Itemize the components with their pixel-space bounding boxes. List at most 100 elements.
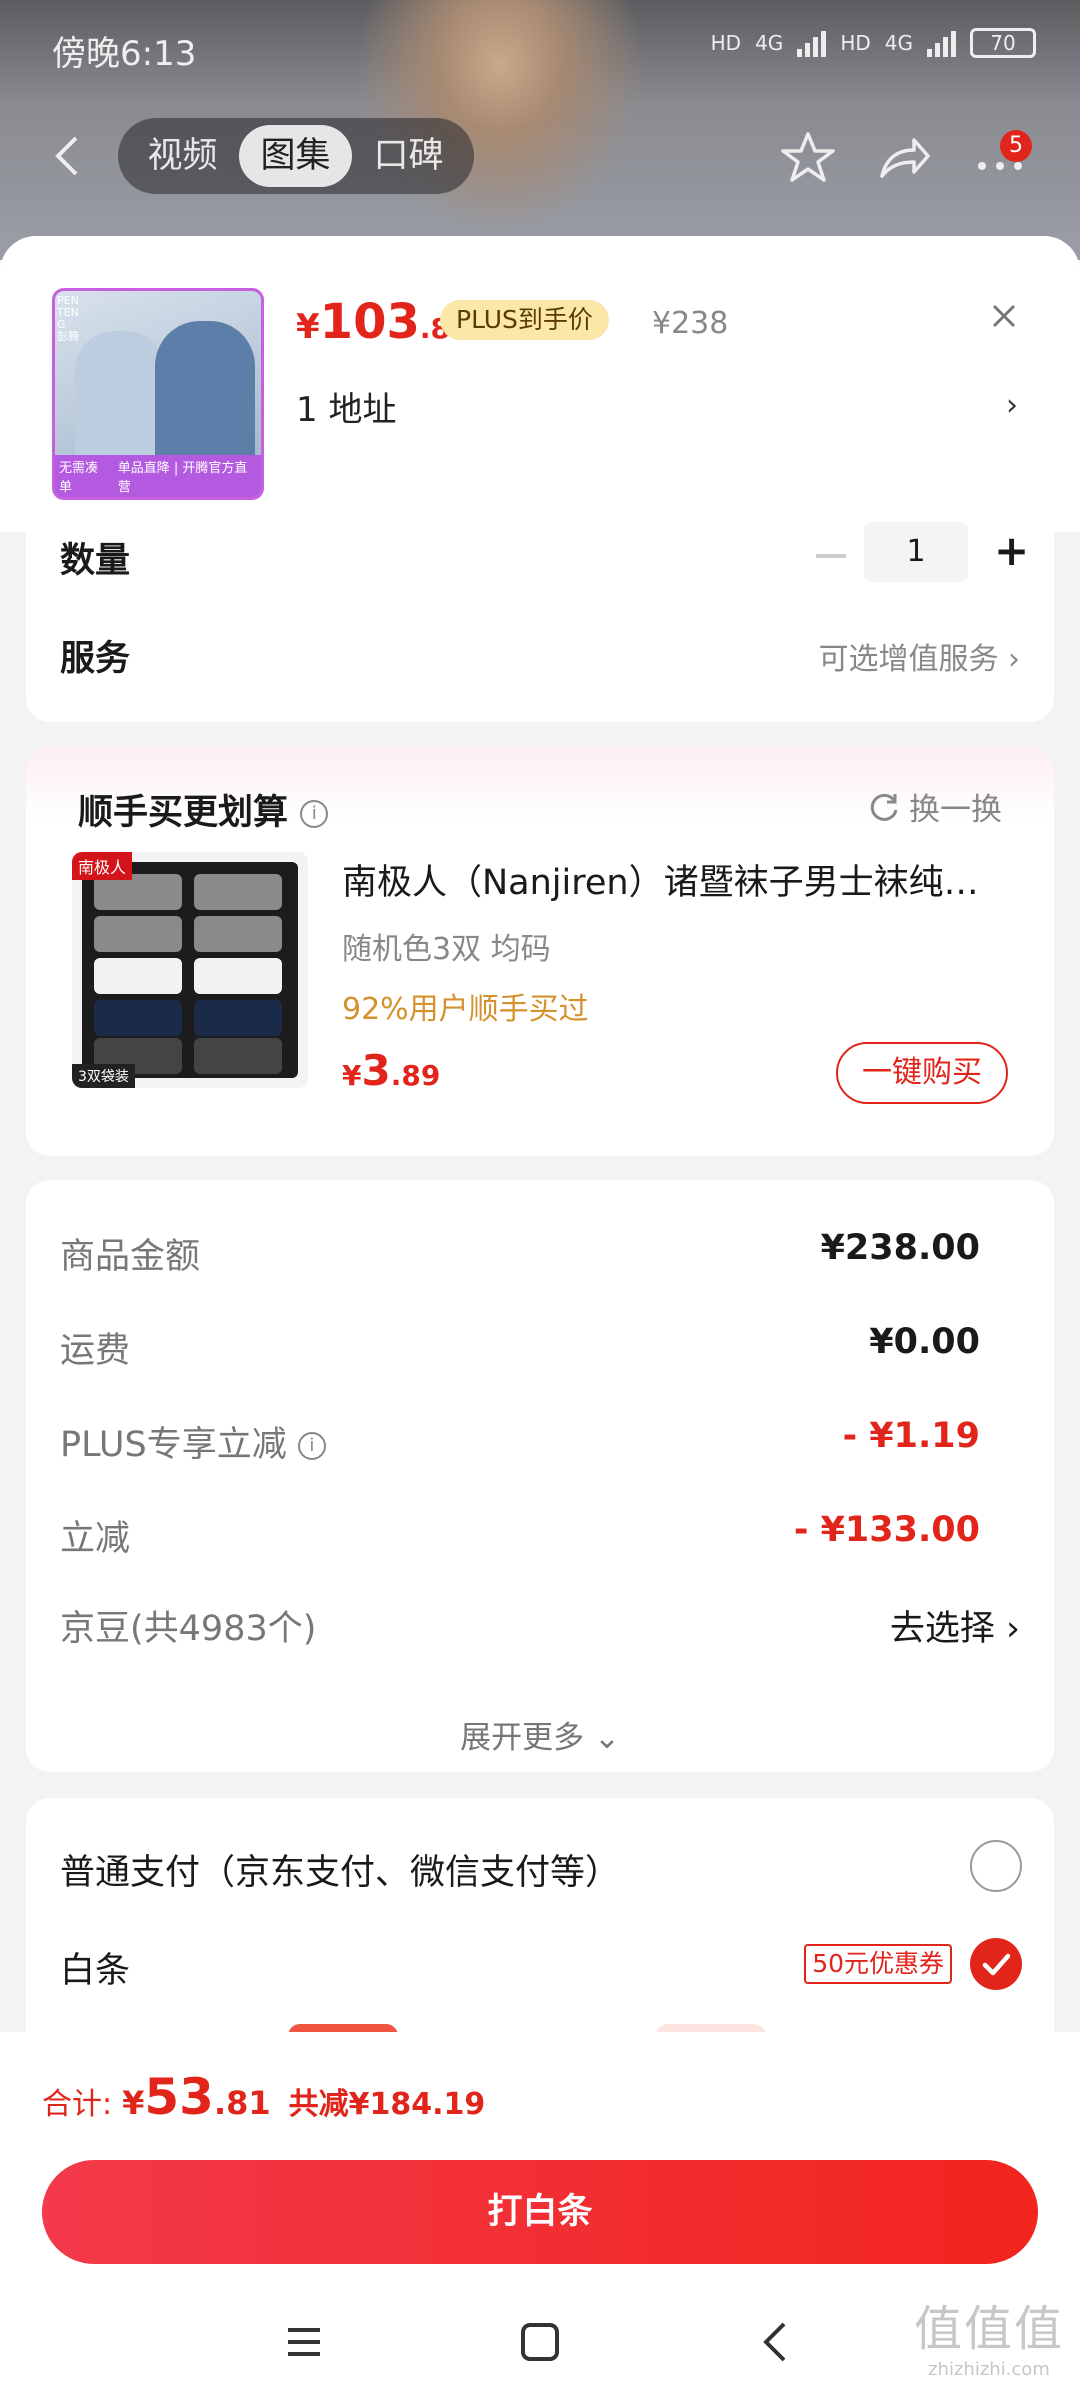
- summary-row: 商品金额 ¥238.00: [60, 1228, 980, 1279]
- price-currency: ¥: [296, 307, 320, 347]
- coupon-badge: 50元优惠券: [804, 1944, 952, 1984]
- sock: [94, 1000, 182, 1036]
- notification-badge: 5: [1000, 130, 1032, 162]
- status-time: 傍晚6:13: [52, 34, 197, 74]
- original-price: ¥238: [652, 306, 729, 341]
- back-nav-icon[interactable]: [746, 2312, 806, 2372]
- plus-button[interactable]: +: [994, 526, 1029, 575]
- total-decimal: .81: [213, 2084, 271, 2122]
- close-icon[interactable]: [986, 298, 1022, 334]
- top-nav: 视频 图集 口碑 5: [0, 118, 1080, 194]
- star-icon[interactable]: [780, 130, 836, 186]
- addon-price-currency: ¥: [342, 1059, 362, 1092]
- back-icon[interactable]: [48, 132, 88, 180]
- addon-price-decimal: .89: [390, 1059, 441, 1092]
- summary-label: 立减: [60, 1519, 131, 1559]
- addon-price: ¥3.89: [342, 1046, 440, 1095]
- check-icon: [982, 1953, 1011, 1976]
- sock: [194, 1038, 282, 1074]
- summary-label: 京豆(共4983个): [60, 1609, 317, 1649]
- expand-more-button[interactable]: 展开更多 ⌄: [26, 1712, 1054, 1757]
- watermark-url: zhizhizhi.com: [928, 2359, 1050, 2380]
- jingdou-row[interactable]: 京豆(共4983个) 去选择 ›: [60, 1600, 1020, 1651]
- watermark: 值值值 zhizhizhi.com: [914, 2289, 1064, 2380]
- service-value: 可选增值服务: [818, 642, 999, 677]
- minus-button[interactable]: [816, 554, 846, 558]
- payment-baitiao-radio[interactable]: [970, 1938, 1022, 1990]
- total-currency: ¥: [122, 2084, 145, 2122]
- addon-card: 顺手买更划算 i 换一换 南极人 3双袋装 南极人（Nanjiren）诸暨袜子男…: [26, 746, 1054, 1156]
- payment-card: 普通支付（京东支付、微信支付等） 白条 50元优惠券: [26, 1798, 1054, 2058]
- sock-box: [82, 862, 298, 1078]
- addon-popularity: 92%用户顺手买过: [342, 992, 589, 1027]
- more-menu[interactable]: 5: [972, 130, 1052, 186]
- home-icon[interactable]: [510, 2312, 570, 2372]
- addon-brand-tag: 南极人: [72, 852, 133, 880]
- payment-normal-label[interactable]: 普通支付（京东支付、微信支付等）: [60, 1844, 620, 1895]
- addon-title: 顺手买更划算 i: [78, 784, 329, 835]
- addon-image[interactable]: 南极人 3双袋装: [72, 852, 308, 1088]
- total-integer: 53: [144, 2068, 214, 2126]
- tab-gallery[interactable]: 图集: [239, 125, 352, 187]
- summary-label: 商品金额: [60, 1237, 201, 1277]
- summary-row: 立减 - ¥133.00: [60, 1510, 980, 1561]
- network-label: 4G: [884, 31, 913, 55]
- expand-label: 展开更多: [460, 1720, 585, 1756]
- quantity-label: 数量: [60, 541, 131, 581]
- addon-title-text: 顺手买更划算: [78, 793, 289, 833]
- summary-row: 运费 ¥0.00: [60, 1322, 980, 1373]
- payment-normal-radio[interactable]: [970, 1840, 1022, 1892]
- payment-baitiao-label[interactable]: 白条: [60, 1942, 130, 1993]
- watermark-logo: 值值值: [913, 2301, 1064, 2357]
- chevron-right-icon[interactable]: ›: [1006, 388, 1018, 423]
- summary-value: ¥238.00: [820, 1228, 980, 1268]
- media-tabs: 视频 图集 口碑: [118, 118, 474, 194]
- sock: [94, 958, 182, 994]
- price-summary-card: 商品金额 ¥238.00 运费 ¥0.00 PLUS专享立减 i - ¥1.19…: [26, 1180, 1054, 1772]
- product-summary: PENTENG 彭腾 无需凑单 单品直降 | 开腾官方直营 ¥ 103 .81 …: [0, 236, 1080, 532]
- jingdou-select: 去选择 ›: [889, 1609, 1020, 1649]
- address-selector[interactable]: 1 地址: [296, 382, 396, 431]
- addon-price-integer: 3: [361, 1046, 391, 1095]
- addon-name[interactable]: 南极人（Nanjiren）诸暨袜子男士袜纯…: [342, 854, 1022, 905]
- tab-reviews[interactable]: 口碑: [352, 125, 465, 187]
- share-icon[interactable]: [876, 130, 932, 186]
- summary-value: 去选择: [889, 1609, 995, 1649]
- signal-icon: [927, 29, 956, 57]
- signal-icon: [797, 29, 827, 57]
- plus-price-tag: PLUS到手价: [440, 300, 609, 340]
- total-saved: 共减¥184.19: [288, 2087, 486, 2122]
- summary-value: - ¥133.00: [793, 1510, 980, 1550]
- swap-label: 换一换: [909, 792, 1002, 828]
- one-click-buy-button[interactable]: 一键购买: [836, 1042, 1008, 1104]
- service-label: 服务: [60, 639, 131, 679]
- summary-label: PLUS专享立减: [60, 1425, 287, 1465]
- sock: [194, 958, 282, 994]
- service-selector[interactable]: 可选增值服务 ›: [818, 634, 1020, 678]
- checkout-footer: 合计: ¥ 53 .81 共减¥184.19 打白条 值值值 zhizhizhi…: [0, 2032, 1080, 2400]
- summary-value: - ¥1.19: [842, 1416, 980, 1456]
- price-integer: 103: [319, 294, 420, 350]
- quantity-input[interactable]: 1: [864, 522, 968, 582]
- options-card: 数量 1 + 服务 可选增值服务 ›: [26, 522, 1054, 722]
- battery-icon: 70: [970, 28, 1036, 58]
- thumb-strip-right: 单品直降 | 开腾官方直营: [117, 461, 248, 495]
- sock: [194, 874, 282, 910]
- info-icon[interactable]: i: [297, 1432, 326, 1460]
- summary-row: PLUS专享立减 i - ¥1.19: [60, 1416, 980, 1467]
- refresh-icon: [870, 793, 898, 821]
- order-total: 合计: ¥ 53 .81 共减¥184.19: [42, 2068, 485, 2126]
- menu-icon[interactable]: [274, 2312, 334, 2372]
- swap-button[interactable]: 换一换: [867, 784, 1002, 829]
- info-icon[interactable]: i: [300, 800, 329, 828]
- sock: [194, 1000, 282, 1036]
- thumb-strip-left: 无需凑单: [59, 461, 99, 495]
- addon-spec: 随机色3双 均码: [342, 932, 551, 967]
- hd-icon: HD: [840, 31, 871, 55]
- hd-icon: HD: [710, 31, 742, 55]
- pay-with-baitiao-button[interactable]: 打白条: [42, 2160, 1038, 2264]
- tab-video[interactable]: 视频: [126, 125, 239, 187]
- status-bar: 傍晚6:13 HD 4G HD 4G 70: [0, 0, 1080, 92]
- total-label: 合计:: [42, 2087, 113, 2122]
- product-thumbnail[interactable]: PENTENG 彭腾 无需凑单 单品直降 | 开腾官方直营: [52, 288, 264, 500]
